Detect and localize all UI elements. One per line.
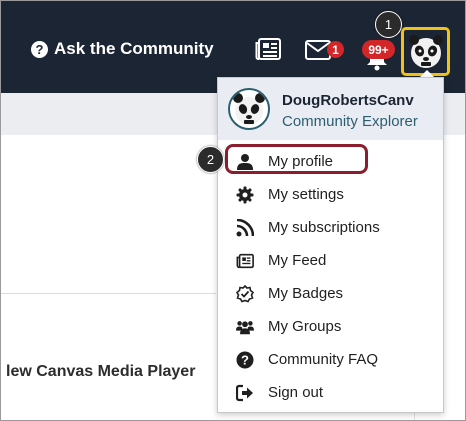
user-summary: DougRobertsCanv Community Explorer xyxy=(218,78,443,140)
rss-icon xyxy=(236,219,254,237)
page-title: lew Canvas Media Player xyxy=(6,363,196,380)
menu-item-label: Sign out xyxy=(268,384,324,401)
sign-out-icon xyxy=(236,384,253,402)
menu-item-label: Community FAQ xyxy=(268,351,379,368)
menu-item-label: My Badges xyxy=(268,285,344,302)
menu-item-label: My subscriptions xyxy=(268,219,380,236)
menu-item-my-groups[interactable]: My Groups xyxy=(218,310,443,343)
notification-count-badge: 99+ xyxy=(362,40,395,59)
menu-item-label: My Groups xyxy=(268,318,342,335)
users-icon xyxy=(236,321,254,335)
panda-avatar-icon xyxy=(408,34,443,68)
panda-avatar-icon xyxy=(233,93,265,125)
gear-icon xyxy=(236,186,254,204)
mail-count-badge: 1 xyxy=(327,41,344,58)
step-marker: 2 xyxy=(197,146,224,173)
question-circle-icon: ? xyxy=(31,40,48,58)
ask-community-label: Ask the Community xyxy=(54,39,214,58)
newspaper-icon[interactable] xyxy=(255,38,281,60)
newspaper-icon xyxy=(236,253,254,269)
menu-item-sign-out[interactable]: Sign out xyxy=(218,376,443,409)
user-avatar-button[interactable] xyxy=(401,27,450,76)
ask-community-link[interactable]: ? Ask the Community xyxy=(31,39,214,59)
badge-check-icon xyxy=(236,285,254,303)
svg-text:?: ? xyxy=(241,353,249,368)
menu-item-label: My settings xyxy=(268,186,344,203)
divider xyxy=(1,293,216,294)
menu-item-my-feed[interactable]: My Feed xyxy=(218,244,443,277)
screenshot-frame: ? Ask the Community 1 99+ 1 DougRobertsC… xyxy=(0,0,466,421)
menu-item-label: My Feed xyxy=(268,252,327,269)
avatar xyxy=(228,88,270,130)
question-circle-icon: ? xyxy=(236,351,254,369)
user-role: Community Explorer xyxy=(282,113,418,130)
menu-item-my-subscriptions[interactable]: My subscriptions xyxy=(218,211,443,244)
step-marker: 1 xyxy=(375,11,402,38)
my-profile-highlight xyxy=(225,144,368,174)
user-dropdown-menu: DougRobertsCanv Community Explorer My pr… xyxy=(217,77,444,413)
menu-item-my-settings[interactable]: My settings xyxy=(218,178,443,211)
menu-item-my-badges[interactable]: My Badges xyxy=(218,277,443,310)
menu-item-community-faq[interactable]: ? Community FAQ xyxy=(218,343,443,376)
user-name: DougRobertsCanv xyxy=(282,92,414,109)
